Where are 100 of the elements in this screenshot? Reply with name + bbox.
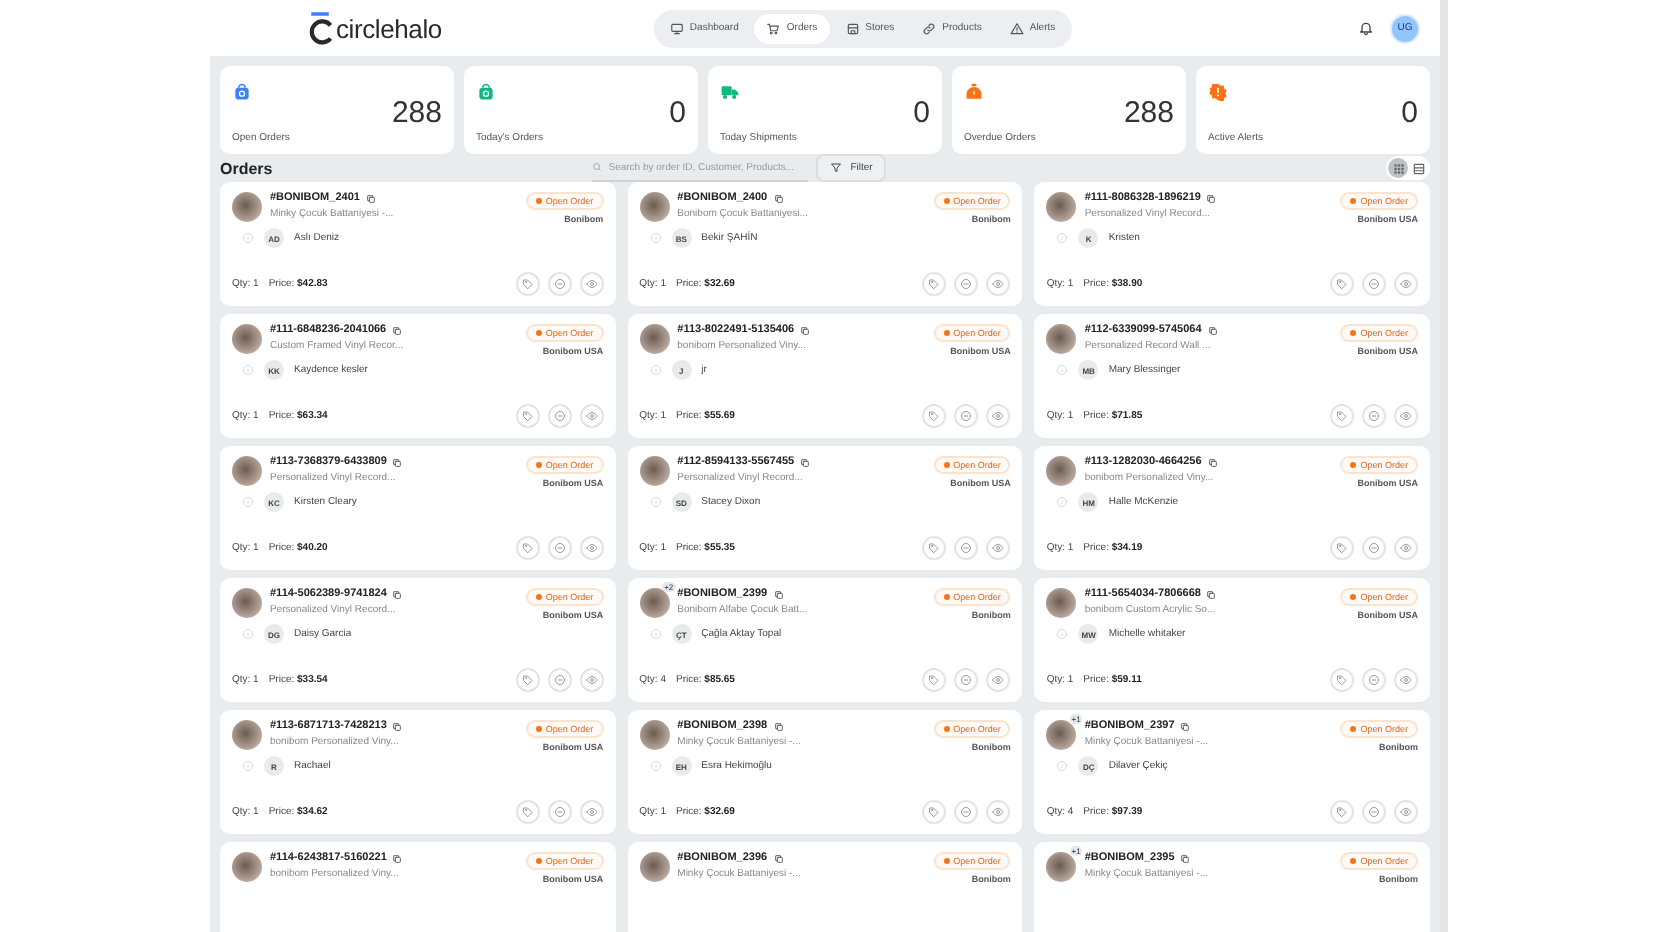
view-button[interactable] — [1394, 272, 1418, 296]
info-icon[interactable] — [242, 364, 254, 376]
info-icon[interactable] — [1056, 628, 1069, 640]
message-icon — [960, 674, 973, 686]
tag-button[interactable] — [922, 404, 947, 428]
info-icon[interactable] — [242, 496, 254, 508]
copy-icon[interactable] — [392, 721, 403, 731]
message-button[interactable] — [1362, 536, 1386, 560]
copy-icon[interactable] — [365, 193, 376, 203]
copy-icon[interactable] — [773, 589, 784, 599]
info-icon[interactable] — [242, 760, 254, 772]
list-icon — [1411, 161, 1425, 175]
tag-button[interactable] — [922, 536, 947, 560]
view-button[interactable] — [579, 800, 604, 824]
grid-view-button[interactable] — [1388, 158, 1408, 178]
message-button[interactable] — [547, 272, 572, 296]
info-icon[interactable] — [649, 364, 662, 376]
copy-icon[interactable] — [392, 325, 403, 335]
tag-button[interactable] — [515, 536, 540, 560]
view-button[interactable] — [1394, 800, 1418, 824]
tag-button[interactable] — [1330, 668, 1354, 692]
copy-icon[interactable] — [392, 457, 403, 467]
info-icon[interactable] — [1056, 364, 1069, 376]
message-button[interactable] — [1362, 800, 1386, 824]
product-photo-placeholder — [232, 324, 262, 354]
eye-icon — [992, 806, 1005, 818]
view-button[interactable] — [986, 536, 1011, 560]
tag-button[interactable] — [515, 404, 540, 428]
warning-icon — [1009, 21, 1024, 35]
link-icon — [922, 21, 937, 35]
copy-icon[interactable] — [392, 589, 403, 599]
message-button[interactable] — [1362, 668, 1386, 692]
view-button[interactable] — [579, 536, 604, 560]
tag-icon — [928, 542, 941, 554]
info-icon[interactable] — [242, 232, 254, 244]
tag-button[interactable] — [1330, 272, 1354, 296]
tag-icon — [521, 674, 534, 686]
view-button[interactable] — [986, 800, 1011, 824]
eye-icon — [585, 542, 598, 554]
message-icon — [1368, 542, 1380, 554]
message-button[interactable] — [547, 668, 572, 692]
tag-button[interactable] — [922, 272, 947, 296]
tag-button[interactable] — [1330, 536, 1354, 560]
info-icon[interactable] — [649, 232, 662, 244]
message-button[interactable] — [954, 404, 979, 428]
list-view-button[interactable] — [1408, 158, 1428, 178]
info-icon[interactable] — [1056, 760, 1069, 772]
eye-icon — [1400, 542, 1412, 554]
copy-icon[interactable] — [773, 853, 784, 863]
tag-button[interactable] — [922, 668, 947, 692]
copy-icon[interactable] — [1206, 589, 1217, 599]
copy-icon[interactable] — [1180, 721, 1191, 731]
message-button[interactable] — [1362, 272, 1386, 296]
view-button[interactable] — [986, 272, 1011, 296]
view-button[interactable] — [579, 404, 604, 428]
store-icon — [845, 21, 860, 35]
copy-icon[interactable] — [1206, 193, 1217, 203]
view-button[interactable] — [579, 668, 604, 692]
eye-icon — [585, 410, 598, 422]
message-button[interactable] — [954, 668, 979, 692]
info-icon[interactable] — [1056, 496, 1069, 508]
copy-icon[interactable] — [1180, 853, 1191, 863]
eye-icon — [1400, 674, 1412, 686]
info-icon[interactable] — [649, 496, 662, 508]
eye-icon — [992, 542, 1005, 554]
message-button[interactable] — [954, 272, 979, 296]
message-button[interactable] — [547, 536, 572, 560]
tag-icon — [1336, 542, 1348, 554]
copy-icon[interactable] — [1207, 325, 1218, 335]
view-button[interactable] — [579, 272, 604, 296]
message-button[interactable] — [954, 536, 979, 560]
message-button[interactable] — [547, 404, 572, 428]
copy-icon[interactable] — [773, 721, 784, 731]
copy-icon[interactable] — [1207, 457, 1218, 467]
copy-icon[interactable] — [800, 325, 811, 335]
copy-icon[interactable] — [800, 457, 811, 467]
info-icon[interactable] — [649, 760, 662, 772]
tag-button[interactable] — [1330, 404, 1354, 428]
copy-icon[interactable] — [392, 853, 403, 863]
view-button[interactable] — [1394, 404, 1418, 428]
message-button[interactable] — [1362, 404, 1386, 428]
tag-button[interactable] — [922, 800, 947, 824]
logo-text: circlehalo — [336, 13, 442, 43]
tag-button[interactable] — [515, 800, 540, 824]
message-button[interactable] — [547, 800, 572, 824]
copy-icon[interactable] — [773, 193, 784, 203]
info-icon[interactable] — [649, 628, 662, 640]
bell-icon[interactable] — [1358, 20, 1374, 36]
product-photo-placeholder — [639, 852, 670, 882]
info-icon[interactable] — [1056, 232, 1069, 244]
tag-button[interactable] — [515, 668, 540, 692]
view-button[interactable] — [1394, 668, 1418, 692]
view-button[interactable] — [986, 404, 1011, 428]
view-button[interactable] — [986, 668, 1011, 692]
tag-button[interactable] — [1330, 800, 1354, 824]
info-icon[interactable] — [242, 628, 254, 640]
stat-value: 0 — [669, 96, 686, 130]
tag-button[interactable] — [515, 272, 540, 296]
message-button[interactable] — [954, 800, 979, 824]
view-button[interactable] — [1394, 536, 1418, 560]
